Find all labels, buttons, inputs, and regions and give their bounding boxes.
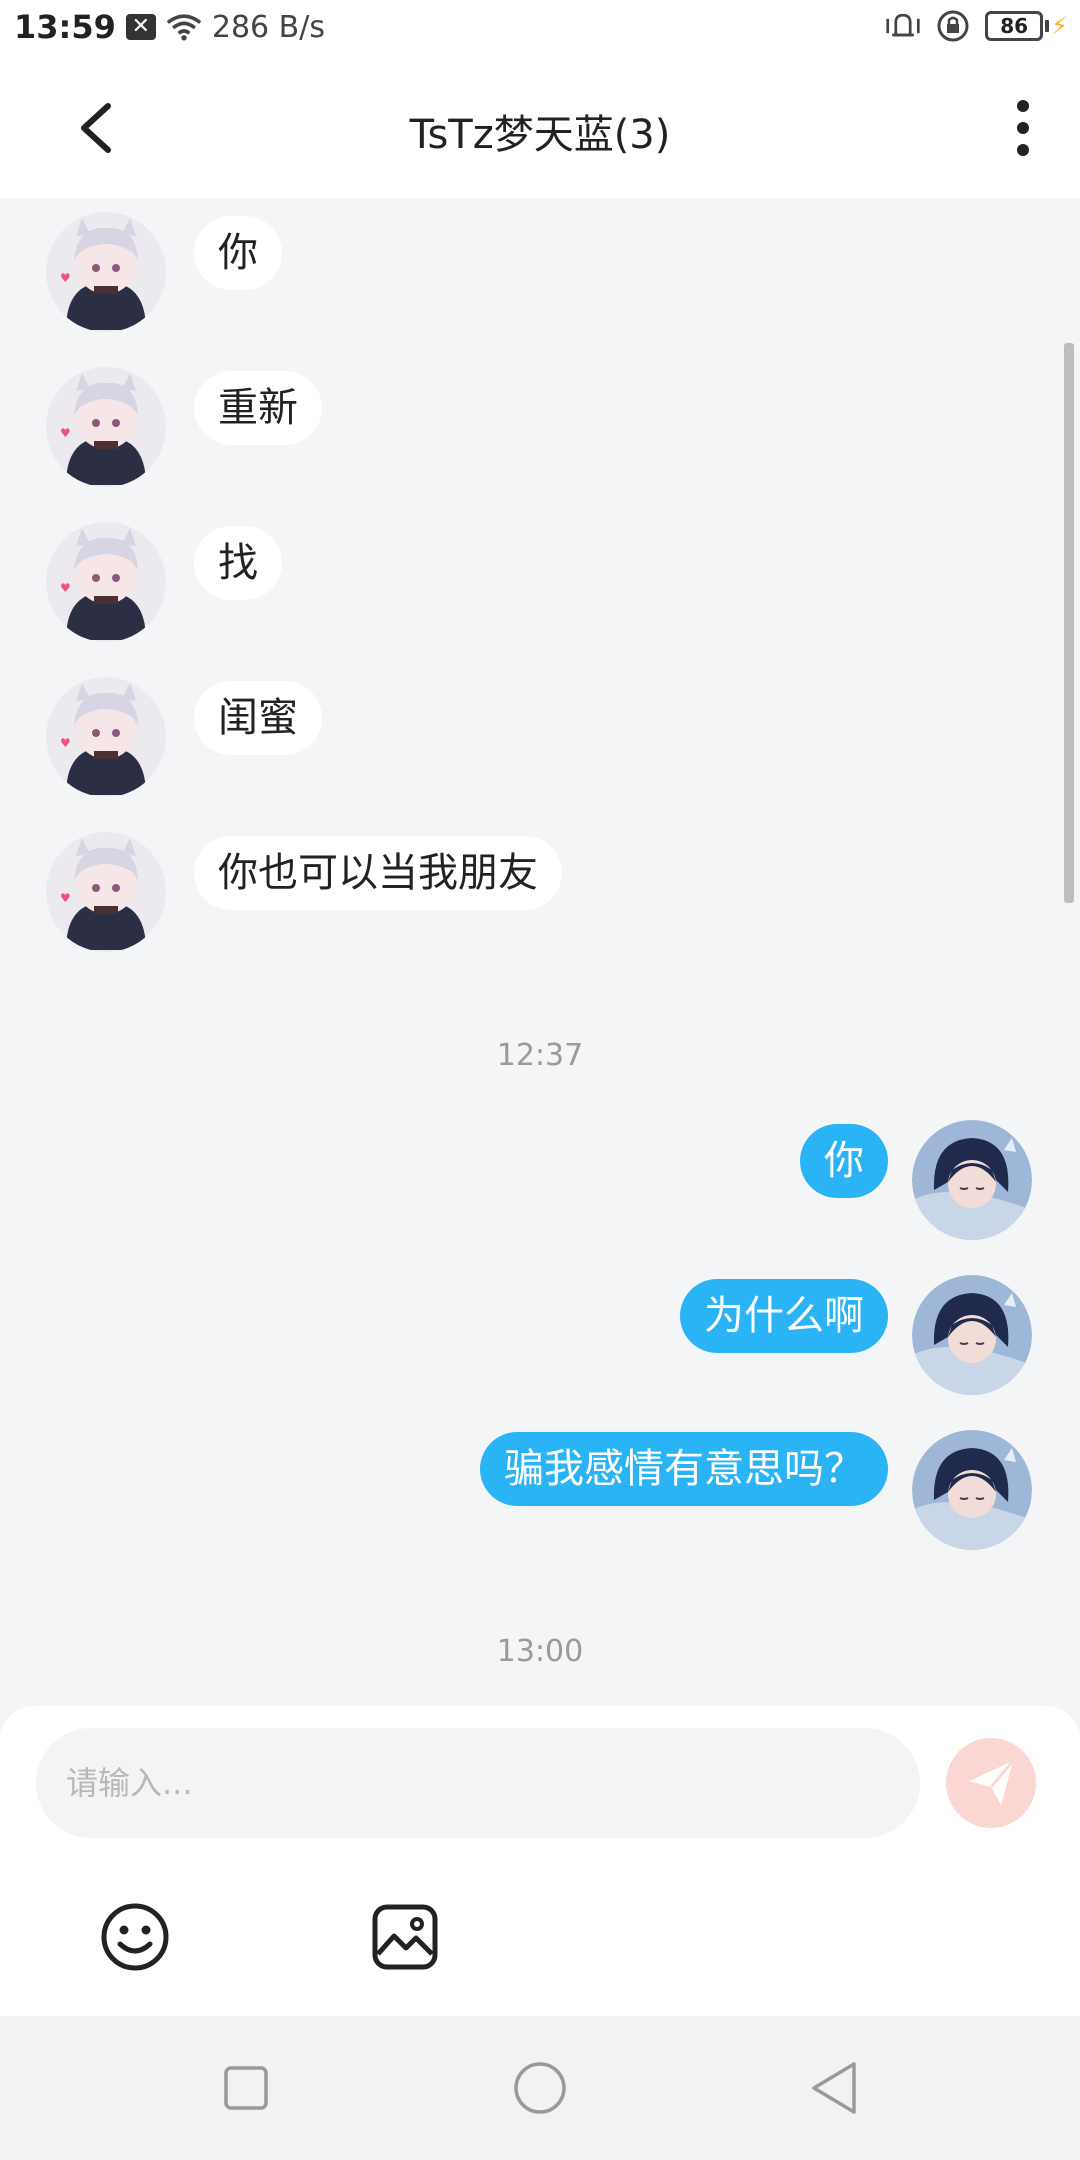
incoming-message[interactable]: 闺蜜 [194, 681, 322, 755]
avatar[interactable]: ♥ [46, 522, 166, 642]
charging-icon: ⚡ [1051, 12, 1068, 40]
composer-panel [0, 1706, 1080, 2016]
avatar[interactable]: ♥ [46, 677, 166, 797]
status-time: 13:59 [14, 8, 116, 46]
svg-text:♥: ♥ [60, 581, 71, 595]
emoji-button[interactable] [100, 1902, 170, 1972]
time-separator: 13:00 [496, 1634, 584, 1669]
more-vertical-icon [1017, 100, 1029, 156]
send-icon [969, 1760, 1015, 1805]
svg-text:♥: ♥ [60, 736, 71, 750]
incoming-message[interactable]: 你 [194, 216, 282, 290]
vibrate-icon [885, 8, 921, 44]
home-button[interactable] [512, 2060, 568, 2116]
svg-text:♥: ♥ [60, 891, 71, 905]
chat-title: TsTz梦天蓝(3) [409, 112, 671, 158]
outgoing-message[interactable]: 为什么啊 [680, 1279, 888, 1353]
system-navigation-bar [0, 2016, 1080, 2160]
rotation-lock-icon [935, 8, 971, 44]
avatar[interactable]: ♥ [46, 367, 166, 487]
image-button[interactable] [370, 1902, 440, 1972]
avatar[interactable]: ♥ [46, 212, 166, 332]
wifi-icon [166, 9, 202, 45]
incoming-message[interactable]: 重新 [194, 371, 322, 445]
recent-apps-button[interactable] [218, 2060, 274, 2116]
image-icon [372, 1904, 438, 1970]
more-options-button[interactable] [1008, 98, 1038, 158]
circle-icon [514, 2062, 566, 2114]
avatar[interactable]: ♥ [46, 832, 166, 952]
status-bar: 13:59 ✕ 286 B/s 86 ⚡ [0, 0, 1080, 58]
message-list[interactable]: ♥ 你 ♥ 重新 ♥ 找 ♥ 闺蜜 ♥ 你也可以当我朋友 12:37 你 为什么… [0, 198, 1080, 1706]
outgoing-message[interactable]: 骗我感情有意思吗？ [480, 1432, 888, 1506]
battery-icon: 86 [985, 11, 1044, 41]
svg-text:♥: ♥ [60, 426, 71, 440]
my-avatar[interactable] [912, 1430, 1032, 1550]
network-speed: 286 B/s [211, 9, 325, 45]
my-avatar[interactable] [912, 1120, 1032, 1240]
scrollbar[interactable] [1064, 343, 1074, 903]
send-button[interactable] [946, 1738, 1036, 1828]
x-badge-icon: ✕ [125, 14, 156, 40]
chat-header: TsTz梦天蓝(3) [0, 58, 1080, 198]
triangle-back-icon [812, 2062, 856, 2114]
time-separator: 12:37 [496, 1038, 584, 1073]
outgoing-message[interactable]: 你 [800, 1124, 888, 1198]
incoming-message[interactable]: 找 [194, 526, 282, 600]
incoming-message[interactable]: 你也可以当我朋友 [194, 836, 562, 910]
message-input[interactable] [64, 1763, 888, 1803]
message-input-container[interactable] [36, 1728, 920, 1838]
back-nav-button[interactable] [806, 2060, 862, 2116]
square-icon [224, 2066, 268, 2110]
svg-text:♥: ♥ [60, 271, 71, 285]
my-avatar[interactable] [912, 1275, 1032, 1395]
emoji-icon [101, 1903, 169, 1971]
